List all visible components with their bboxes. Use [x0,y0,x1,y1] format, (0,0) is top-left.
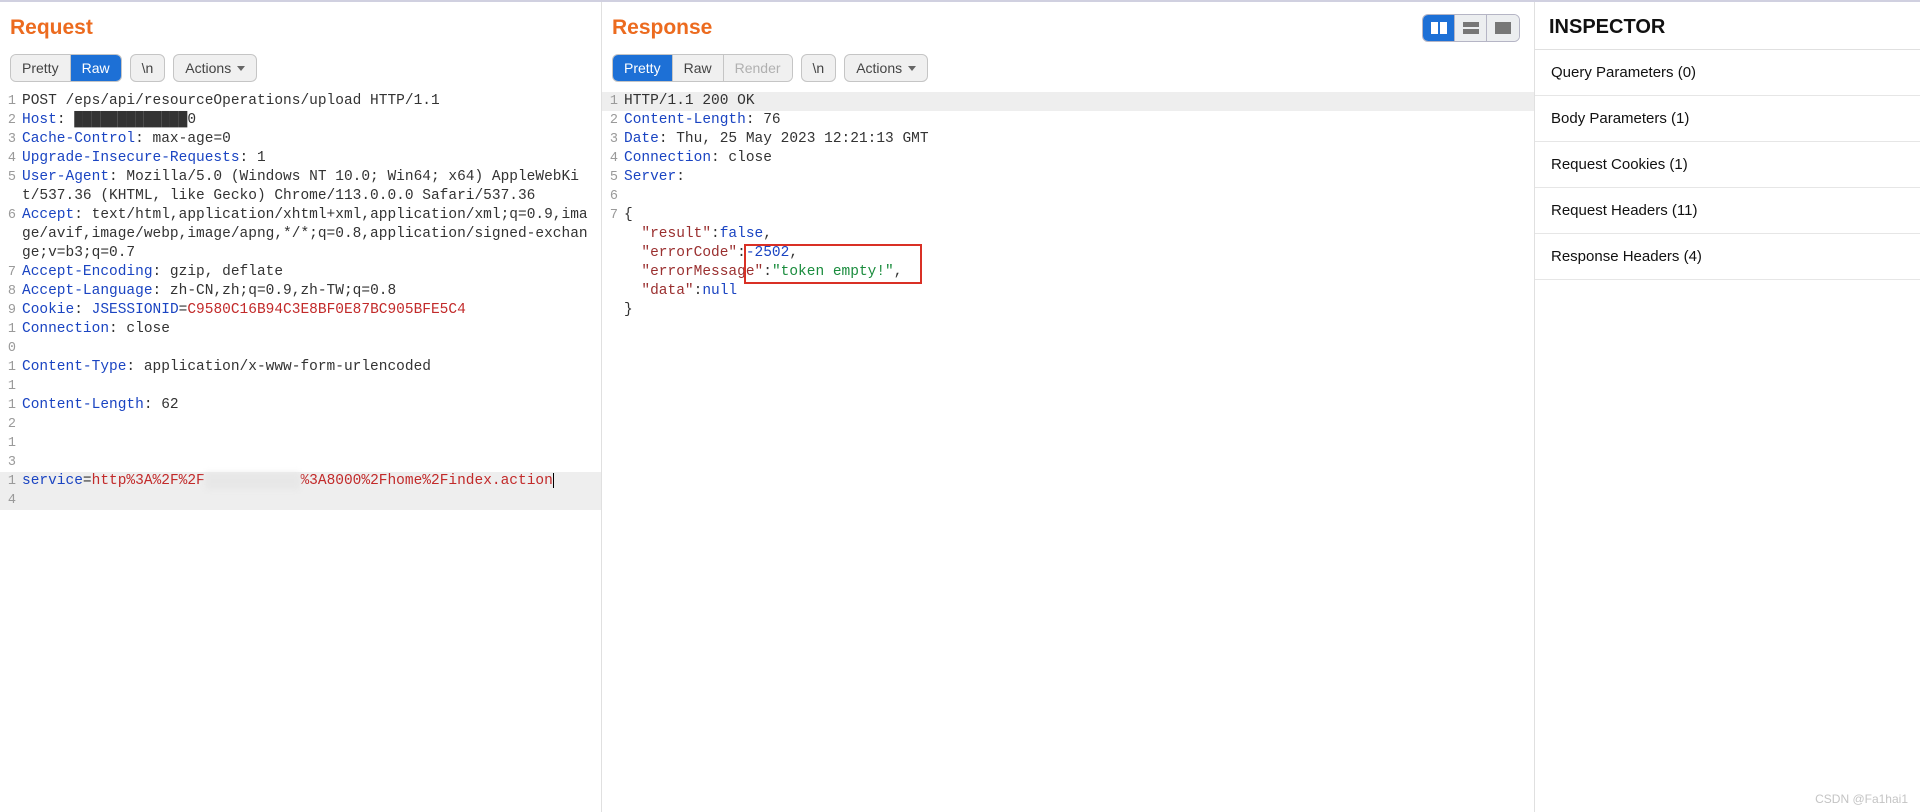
request-pretty-tab[interactable]: Pretty [11,55,71,81]
inspector-list: Query Parameters (0)Body Parameters (1)R… [1535,50,1920,280]
layout-columns-button[interactable] [1423,15,1455,41]
code-line[interactable]: 14service=http%3A%2F%2F███████████%3A800… [0,472,601,510]
response-actions-label: Actions [856,60,902,76]
response-header: Response [602,2,1534,50]
code-line[interactable]: 8Accept-Language: zh-CN,zh;q=0.9,zh-TW;q… [0,282,601,301]
code-line[interactable]: 4Connection: close [602,149,1534,168]
response-code-area[interactable]: 1HTTP/1.1 200 OK2Content-Length: 763Date… [602,90,1534,812]
code-line[interactable]: 12Content-Length: 62 [0,396,601,434]
request-actions-menu[interactable]: Actions [173,54,257,82]
layout-switch [1422,14,1520,42]
code-line[interactable]: 6Accept: text/html,application/xhtml+xml… [0,206,601,263]
inspector-item[interactable]: Response Headers (4) [1535,234,1920,280]
response-raw-tab[interactable]: Raw [673,55,724,81]
request-pane: Request Pretty Raw \n Actions 1POST /eps… [0,2,602,812]
request-toolbar: Pretty Raw \n Actions [0,50,601,90]
request-header: Request [0,2,601,50]
code-line[interactable]: 9Cookie: JSESSIONID=C9580C16B94C3E8BF0E8… [0,301,601,320]
code-line[interactable]: 10Connection: close [0,320,601,358]
chevron-down-icon [237,66,245,71]
code-line[interactable]: 3Date: Thu, 25 May 2023 12:21:13 GMT [602,130,1534,149]
code-line[interactable]: 7{ "result":false, "errorCode":-2502, "e… [602,206,1534,320]
code-line[interactable]: 5Server: [602,168,1534,187]
request-viewmode-group: Pretty Raw [10,54,122,82]
code-line[interactable]: 13 [0,434,601,472]
response-newline-toggle[interactable]: \n [801,54,837,82]
code-line[interactable]: 11Content-Type: application/x-www-form-u… [0,358,601,396]
request-code-area[interactable]: 1POST /eps/api/resourceOperations/upload… [0,90,601,812]
response-title: Response [612,16,712,40]
layout-single-button[interactable] [1487,15,1519,41]
inspector-item[interactable]: Request Headers (11) [1535,188,1920,234]
code-line[interactable]: 7Accept-Encoding: gzip, deflate [0,263,601,282]
code-line[interactable]: 2Host: █████████████0 [0,111,601,130]
response-actions-menu[interactable]: Actions [844,54,928,82]
inspector-item[interactable]: Query Parameters (0) [1535,50,1920,96]
code-line[interactable]: 5User-Agent: Mozilla/5.0 (Windows NT 10.… [0,168,601,206]
code-line[interactable]: 2Content-Length: 76 [602,111,1534,130]
request-title: Request [10,16,93,40]
response-toolbar: Pretty Raw Render \n Actions [602,50,1534,90]
watermark: CSDN @Fa1hai1 [1815,792,1908,806]
inspector-item[interactable]: Request Cookies (1) [1535,142,1920,188]
code-line[interactable]: 1HTTP/1.1 200 OK [602,92,1534,111]
inspector-title: INSPECTOR [1535,2,1920,50]
response-pane: Response Pretty Raw Render \n Actions 1H… [602,2,1535,812]
request-actions-label: Actions [185,60,231,76]
request-raw-tab[interactable]: Raw [71,55,121,81]
code-line[interactable]: 3Cache-Control: max-age=0 [0,130,601,149]
layout-rows-button[interactable] [1455,15,1487,41]
code-line[interactable]: 4Upgrade-Insecure-Requests: 1 [0,149,601,168]
code-line[interactable]: 1POST /eps/api/resourceOperations/upload… [0,92,601,111]
inspector-item[interactable]: Body Parameters (1) [1535,96,1920,142]
response-pretty-tab[interactable]: Pretty [613,55,673,81]
chevron-down-icon [908,66,916,71]
inspector-pane: INSPECTOR Query Parameters (0)Body Param… [1535,2,1920,812]
request-newline-toggle[interactable]: \n [130,54,166,82]
response-render-tab[interactable]: Render [724,55,792,81]
code-line[interactable]: 6 [602,187,1534,206]
response-viewmode-group: Pretty Raw Render [612,54,793,82]
